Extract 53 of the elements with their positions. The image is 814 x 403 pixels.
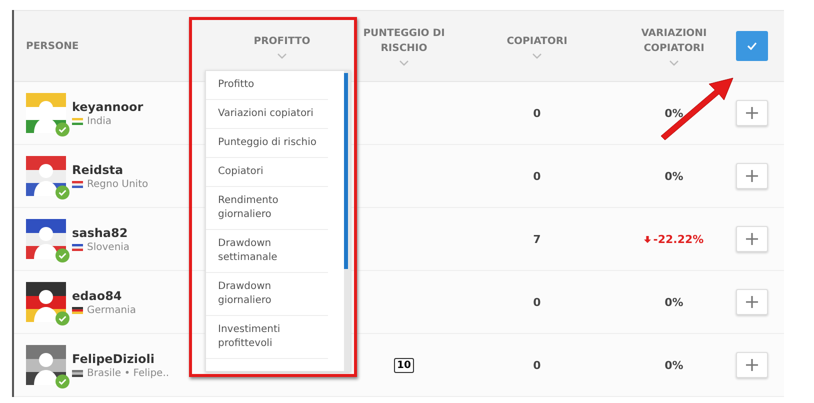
country-label: Germania	[87, 304, 136, 316]
country-label: Slovenia	[87, 242, 130, 252]
dropdown-item[interactable]: Investimenti profittevoli	[206, 316, 328, 359]
flag-icon	[72, 244, 83, 250]
select-all-button[interactable]	[736, 31, 768, 61]
scrollbar[interactable]	[344, 71, 350, 371]
column-header[interactable]: PROFITTO	[202, 34, 362, 58]
dropdown-item[interactable]: Punteggio di rischio	[206, 129, 328, 158]
user-name[interactable]: keyannoor	[72, 100, 144, 114]
plus-icon	[746, 107, 758, 119]
dropdown-item[interactable]: Copiatori	[206, 158, 328, 187]
copy-button[interactable]	[736, 352, 768, 378]
dropdown-item[interactable]: Drawdown giornaliero	[206, 273, 328, 316]
column-header[interactable]: PUNTEGGIO DI RISCHIO	[362, 26, 446, 66]
copiers-change: 0%	[664, 296, 684, 308]
risk-score: 10	[394, 358, 414, 372]
column-header: PERSONE	[25, 40, 80, 54]
user-name[interactable]: FelipeDizioli	[72, 352, 170, 366]
copiers-change: 0%	[664, 106, 684, 120]
user-name[interactable]: edao84	[72, 288, 136, 302]
user-name[interactable]: Reidsta	[72, 162, 148, 176]
copy-button[interactable]	[736, 163, 768, 189]
plus-icon	[746, 170, 758, 182]
copy-button[interactable]	[736, 100, 768, 126]
flag-icon	[72, 306, 83, 314]
country-label: Brasile • Felipe..	[87, 368, 170, 378]
copiers-count: 0	[533, 358, 541, 372]
copiers-count: 0	[533, 106, 541, 120]
copiers-count: 7	[533, 232, 541, 246]
down-arrow-icon	[644, 236, 652, 242]
dropdown-item[interactable]: Variazioni copiatori	[206, 100, 328, 129]
column-header[interactable]: VARIAZIONI COPIATORI	[628, 26, 720, 66]
plus-icon	[746, 359, 758, 371]
copiers-change: -22.22%	[644, 232, 704, 246]
copiers-change: 0%	[664, 170, 684, 182]
check-icon	[747, 42, 757, 50]
dropdown-item[interactable]: Drawdown settimanale	[206, 230, 328, 273]
user-name[interactable]: sasha82	[72, 226, 130, 240]
dropdown-item[interactable]: Rendimento giornaliero	[206, 187, 328, 230]
flag-icon	[72, 180, 83, 188]
copiers-change: 0%	[664, 358, 684, 372]
country-label: Regno Unito	[87, 178, 148, 190]
flag-icon	[72, 118, 83, 124]
copiers-count: 0	[533, 170, 541, 182]
flag-icon	[72, 370, 83, 376]
copy-button[interactable]	[736, 289, 768, 315]
column-header[interactable]: COPIATORI	[446, 34, 628, 58]
country-label: India	[87, 116, 112, 126]
copy-button[interactable]	[736, 226, 768, 252]
dropdown-item[interactable]: Profitto	[206, 71, 328, 100]
plus-icon	[746, 296, 758, 308]
plus-icon	[746, 233, 758, 245]
copiers-count: 0	[533, 296, 541, 308]
